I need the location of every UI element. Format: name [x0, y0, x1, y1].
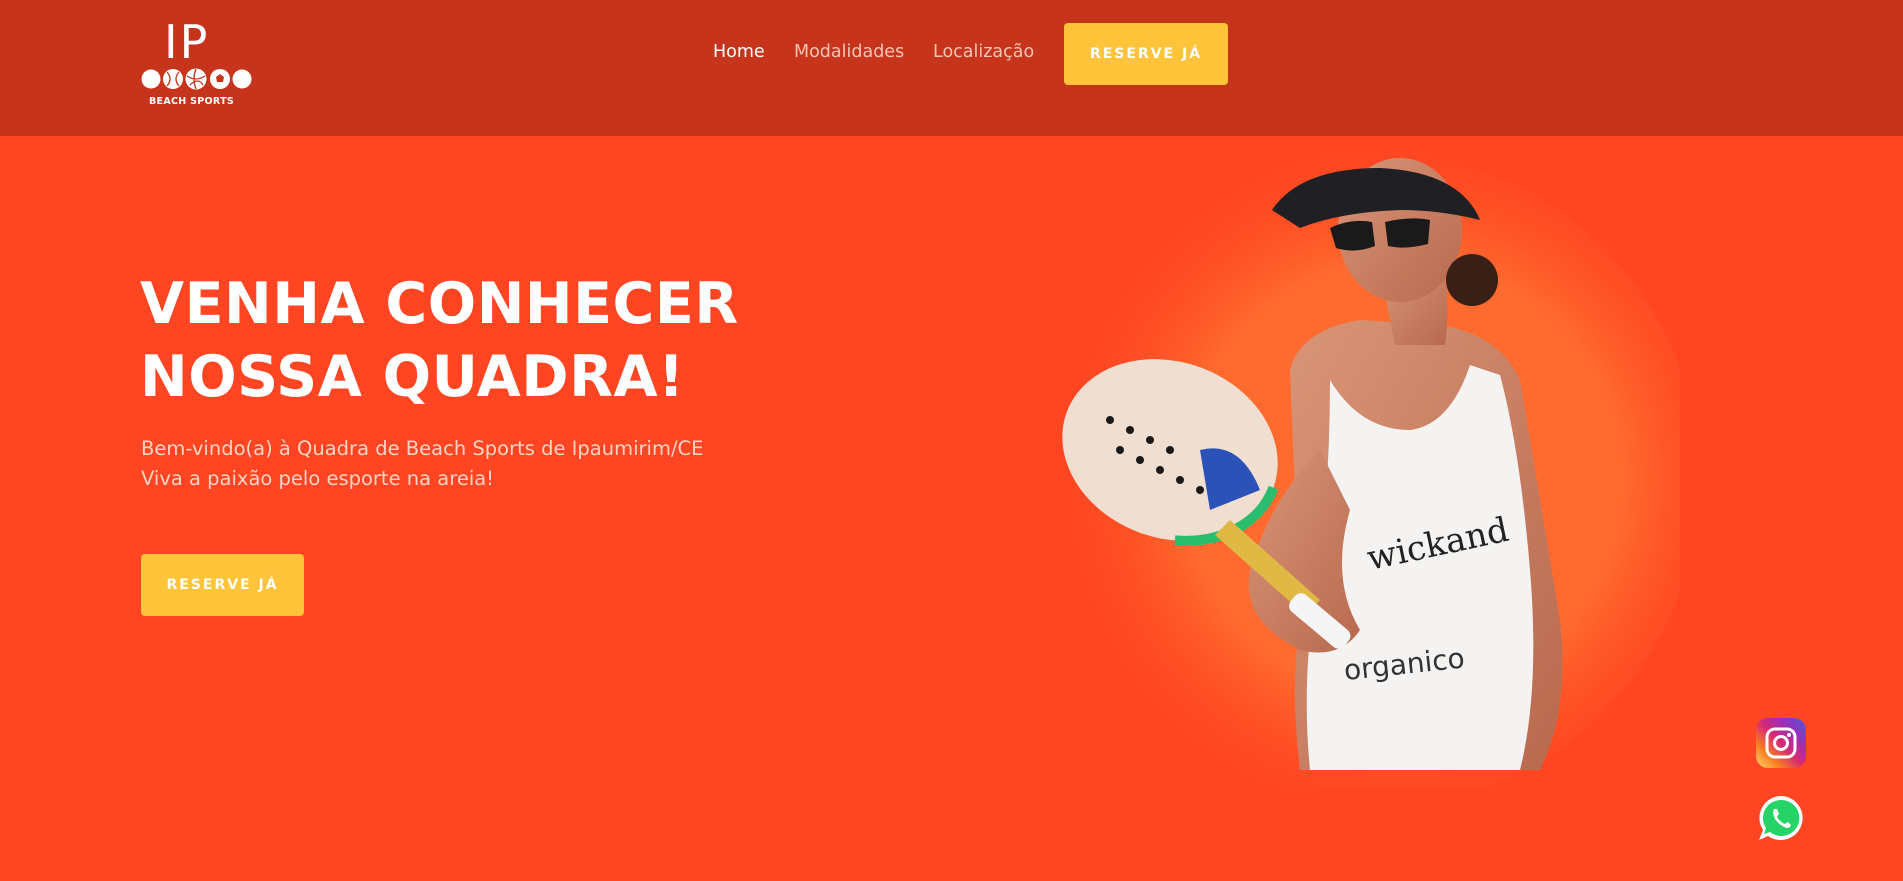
reserve-hero-button[interactable]: RESERVE JÁ: [141, 554, 304, 616]
instagram-icon[interactable]: [1756, 718, 1806, 768]
nav-home[interactable]: Home: [713, 42, 765, 62]
nav-modalidades[interactable]: Modalidades: [794, 42, 904, 62]
hero-title-line-1: VENHA CONHECER: [140, 271, 739, 337]
whatsapp-icon[interactable]: [1756, 793, 1806, 843]
hero-subtitle-line-2: Viva a paixão pelo esporte na areia!: [141, 467, 494, 490]
site-header: IP BEACH SPORTS Home Modalidades Localiz…: [0, 0, 1903, 136]
hero-subtitle: Bem-vindo(a) à Quadra de Beach Sports de…: [141, 434, 861, 494]
beach-tennis-player-photo: wickand organico: [1040, 150, 1680, 790]
site-logo[interactable]: IP BEACH SPORTS: [140, 16, 252, 108]
hero-subtitle-line-1: Bem-vindo(a) à Quadra de Beach Sports de…: [141, 437, 704, 460]
reserve-header-button[interactable]: RESERVE JÁ: [1064, 23, 1228, 85]
instagram-glyph-icon: [1765, 727, 1797, 759]
hero-title: VENHA CONHECER NOSSA QUADRA!: [140, 268, 840, 414]
logo-subtitle: BEACH SPORTS: [149, 96, 235, 107]
sports-balls-logo-icon: [141, 68, 252, 90]
logo-mark: IP: [164, 15, 210, 69]
whatsapp-glyph-icon: [1759, 796, 1803, 840]
nav-localizacao[interactable]: Localização: [933, 42, 1034, 62]
hero-title-line-2: NOSSA QUADRA!: [140, 344, 685, 410]
